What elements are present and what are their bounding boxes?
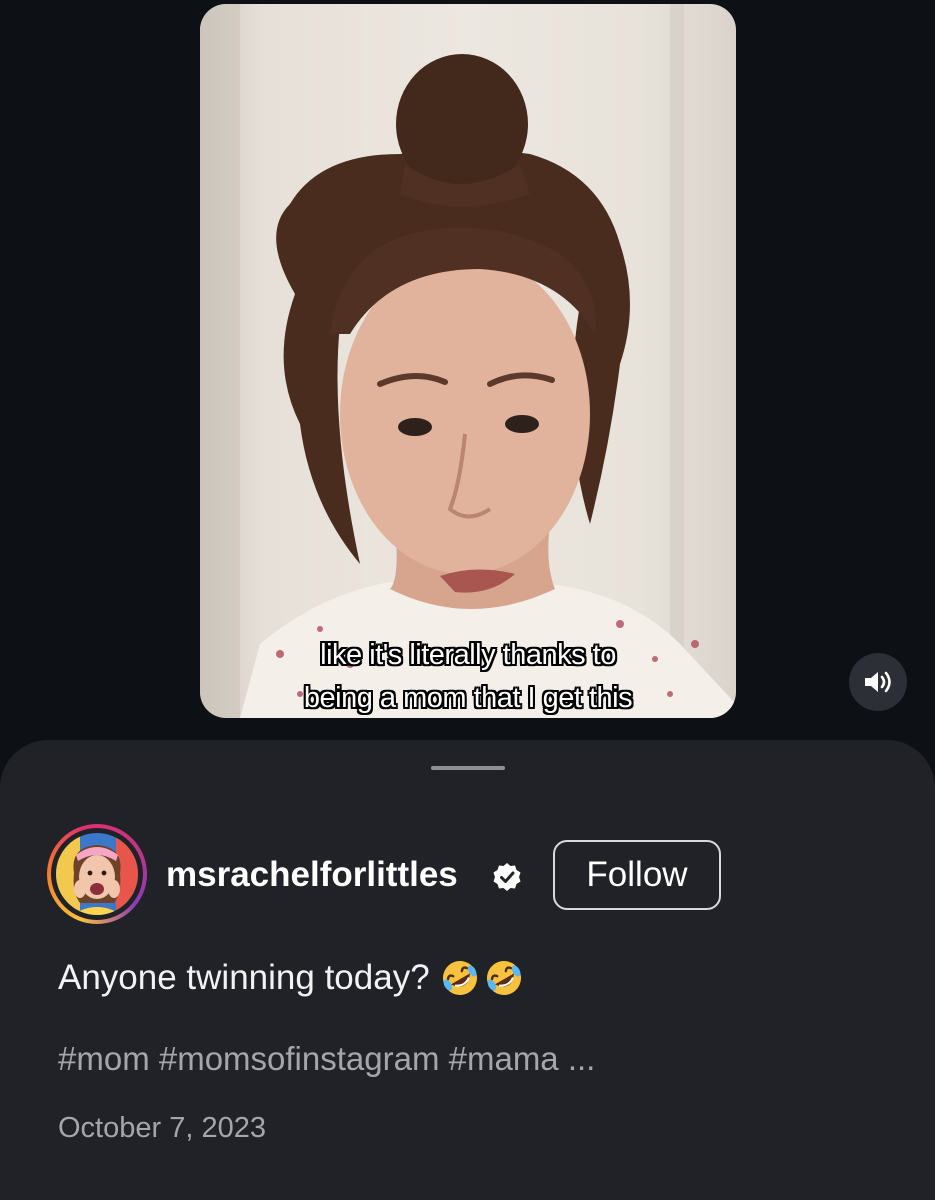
volume-icon	[865, 671, 891, 693]
post-caption-text: Anyone twinning today?	[58, 958, 430, 997]
avatar-image	[56, 833, 138, 915]
follow-button[interactable]: Follow	[553, 840, 721, 910]
sheet-drag-handle[interactable]	[431, 766, 505, 770]
video-frame-image	[200, 4, 736, 718]
post-caption: Anyone twinning today?	[58, 957, 524, 999]
sound-toggle-button[interactable]	[849, 653, 907, 711]
avatar-story-ring[interactable]	[47, 824, 147, 924]
post-date: October 7, 2023	[58, 1112, 266, 1144]
avatar	[56, 833, 138, 915]
reel-screen: like it's literally thanks to being a mo…	[0, 0, 935, 1200]
username-link[interactable]: msrachelforlittles	[166, 855, 458, 895]
video-caption-line-1: like it's literally thanks to	[320, 639, 616, 671]
reel-video[interactable]: like it's literally thanks to being a mo…	[200, 4, 736, 718]
rolling-on-floor-laughing-icon	[486, 961, 521, 995]
video-caption-line-2: being a mom that I get this	[303, 682, 633, 714]
verified-badge-icon	[493, 863, 521, 891]
post-hashtags[interactable]: #mom #momsofinstagram #mama ...	[58, 1039, 595, 1079]
caption-emojis	[440, 958, 524, 998]
rolling-on-floor-laughing-icon	[442, 961, 477, 995]
